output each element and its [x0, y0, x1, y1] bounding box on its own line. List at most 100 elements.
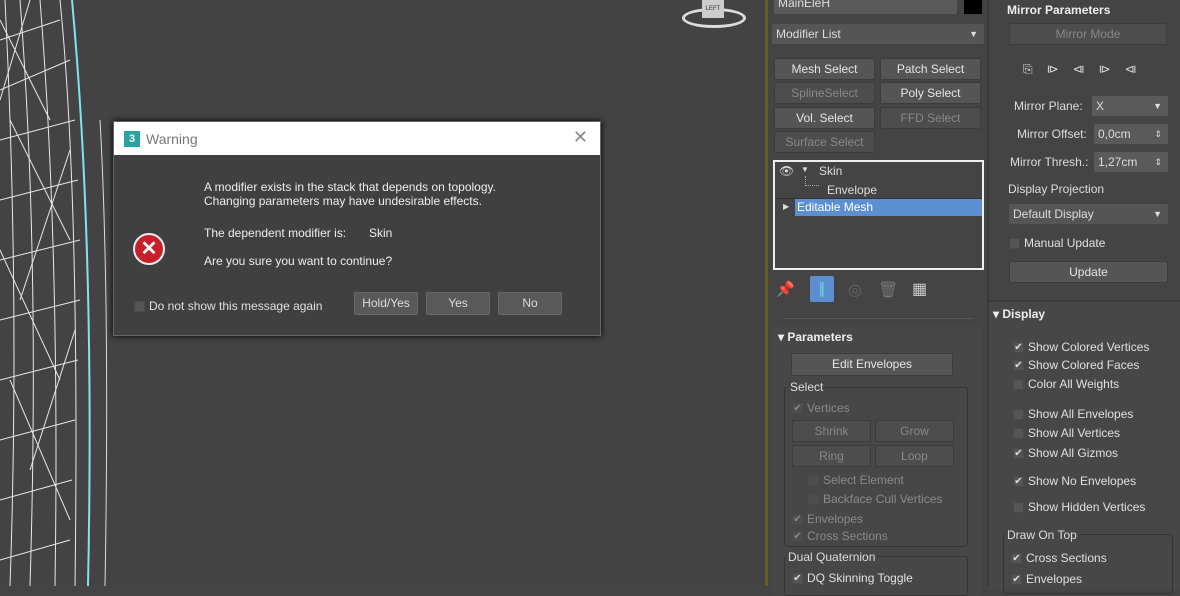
manual-update-checkbox[interactable]: Manual Update [1009, 236, 1105, 250]
vertices-checkbox[interactable]: ✔ Vertices [792, 401, 850, 415]
error-icon: ✕ [133, 233, 165, 265]
eye-icon[interactable]: 👁 [779, 164, 794, 178]
mirror-paste-icon[interactable]: ⎘ [1023, 62, 1033, 77]
draw-envelopes-checkbox[interactable]: ✔ Envelopes [1011, 572, 1082, 586]
shrink-button[interactable]: Shrink [792, 420, 871, 442]
spinner-icon[interactable]: ⇕ [1154, 152, 1162, 172]
display-rollout-header[interactable]: ▾ Display [993, 307, 1045, 321]
trash-icon[interactable]: 🗑 [878, 280, 898, 300]
checkbox-label: Show Colored Faces [1028, 358, 1140, 372]
no-button[interactable]: No [498, 292, 562, 315]
display-option-checkbox[interactable]: Color All Weights [1013, 377, 1119, 391]
ffd-select-button[interactable]: FFD Select [880, 107, 981, 129]
display-option-checkbox[interactable]: ✔ Show Colored Vertices [1013, 340, 1149, 354]
checkbox-box[interactable]: ✔ [1013, 341, 1024, 353]
spline-select-button[interactable]: SplineSelect [774, 82, 875, 104]
cross-sections-checkbox[interactable]: ✔ Cross Sections [792, 529, 888, 543]
display-option-checkbox[interactable]: ✔ Show No Envelopes [1013, 474, 1136, 488]
mirror-offset-label: Mirror Offset: [1017, 127, 1087, 141]
show-end-result-icon[interactable]: ║ [810, 276, 834, 302]
mirror-thresh-label: Mirror Thresh.: [1010, 155, 1089, 169]
dialog-title: Warning [146, 130, 198, 147]
checkbox-box[interactable] [1013, 427, 1024, 439]
display-option-checkbox[interactable]: Show All Vertices [1013, 426, 1120, 440]
object-color-swatch[interactable] [964, 0, 982, 14]
object-name-input[interactable]: MainEleH [774, 0, 957, 14]
paste-blue-to-green-icon[interactable]: ⧏ [1073, 62, 1085, 77]
dq-skinning-checkbox[interactable]: ✔ DQ Skinning Toggle [792, 571, 913, 585]
dependent-label: The dependent modifier is: [204, 226, 347, 240]
mirror-thresh-spinner[interactable]: 1,27cm ⇕ [1094, 152, 1168, 172]
display-option-checkbox[interactable]: ✔ Show Colored Faces [1013, 358, 1139, 372]
skin-mirror-panel: Mirror Parameters Mirror Mode ⎘ ⧐ ⧏ ⧐ ⧏ … [987, 0, 1180, 594]
mirror-plane-label: Mirror Plane: [1014, 99, 1083, 113]
backface-cull-checkbox[interactable]: Backface Cull Vertices [808, 492, 942, 506]
checkbox-box[interactable]: ✔ [1013, 475, 1024, 487]
hold-yes-button[interactable]: Hold/Yes [354, 292, 418, 315]
dual-quaternion-label: Dual Quaternion [786, 550, 878, 564]
checkbox-label: Show All Gizmos [1028, 446, 1119, 460]
checkbox-label: Show All Envelopes [1028, 407, 1134, 421]
close-icon[interactable]: ✕ [573, 127, 588, 148]
surface-select-button[interactable]: Surface Select [774, 131, 875, 153]
checkbox-box[interactable]: ✔ [1013, 447, 1024, 459]
stack-item-envelope[interactable]: Envelope [827, 183, 877, 197]
paste-green-to-blue-icon[interactable]: ⧐ [1047, 62, 1059, 77]
make-unique-icon[interactable]: ◎ [848, 280, 862, 300]
loop-button[interactable]: Loop [875, 445, 954, 467]
checkbox-box[interactable] [1013, 501, 1024, 513]
configure-sets-icon[interactable]: ▦ [912, 279, 927, 299]
paste-green-to-blue-bones-icon[interactable]: ⧐ [1099, 62, 1111, 77]
stack-item-skin[interactable]: Skin [819, 164, 842, 178]
checkbox-label: Show Hidden Vertices [1028, 500, 1146, 514]
edit-envelopes-button[interactable]: Edit Envelopes [791, 353, 953, 376]
parameters-rollout-header[interactable]: ▾ Parameters [778, 330, 853, 344]
display-projection-dropdown[interactable]: Default Display ▼ [1009, 204, 1168, 224]
draw-on-top-label: Draw On Top [1005, 528, 1079, 542]
stack-item-editable-mesh[interactable]: Editable Mesh [795, 199, 982, 216]
message-line-1: A modifier exists in the stack that depe… [204, 180, 496, 194]
checkbox-label: Color All Weights [1028, 377, 1120, 391]
mirror-offset-spinner[interactable]: 0,0cm ⇕ [1094, 124, 1168, 144]
yes-button[interactable]: Yes [426, 292, 490, 315]
display-option-checkbox[interactable]: Show Hidden Vertices [1013, 500, 1145, 514]
display-option-checkbox[interactable]: ✔ Show All Gizmos [1013, 446, 1118, 460]
envelopes-checkbox[interactable]: ✔ Envelopes [792, 512, 863, 526]
mirror-mode-button[interactable]: Mirror Mode [1009, 23, 1167, 45]
display-option-checkbox[interactable]: Show All Envelopes [1013, 407, 1133, 421]
viewcube[interactable]: LEFT [680, 0, 750, 32]
modify-panel: MainEleH Modifier List ▼ Mesh Select Patc… [768, 0, 987, 596]
viewcube-face[interactable]: LEFT [702, 0, 724, 18]
patch-select-button[interactable]: Patch Select [880, 58, 981, 80]
checkbox-label: Show No Envelopes [1028, 474, 1137, 488]
select-element-checkbox[interactable]: Select Element [808, 473, 904, 487]
checkbox-box[interactable] [1013, 378, 1024, 390]
collapse-triangle-icon[interactable]: ▶ [783, 202, 789, 211]
vol-select-button[interactable]: Vol. Select [774, 107, 875, 129]
modifier-list-dropdown[interactable]: Modifier List ▼ [772, 24, 984, 44]
select-group-label: Select [788, 380, 826, 394]
checkbox-box[interactable]: ✔ [1013, 359, 1024, 371]
mirror-parameters-header[interactable]: Mirror Parameters [1007, 3, 1110, 18]
pin-stack-icon[interactable]: 📌 [776, 280, 795, 298]
poly-select-button[interactable]: Poly Select [880, 82, 981, 104]
mesh-select-button[interactable]: Mesh Select [774, 58, 875, 80]
modifier-list-label: Modifier List [776, 27, 841, 41]
ring-button[interactable]: Ring [792, 445, 871, 467]
draw-cross-sections-checkbox[interactable]: ✔ Cross Sections [1011, 551, 1107, 565]
modifier-stack[interactable]: 👁 ▼ Skin Envelope ▶ Editable Mesh [773, 160, 984, 270]
grow-button[interactable]: Grow [875, 420, 954, 442]
app-icon: 3 [124, 130, 140, 147]
update-button[interactable]: Update [1009, 261, 1168, 283]
expand-triangle-icon[interactable]: ▼ [801, 165, 809, 174]
mirror-plane-dropdown[interactable]: X ▼ [1092, 96, 1168, 116]
do-not-show-checkbox[interactable]: Do not show this message again [134, 299, 322, 313]
paste-blue-to-green-bones-icon[interactable]: ⧏ [1125, 62, 1137, 77]
checkbox-box[interactable] [1013, 408, 1024, 420]
chevron-down-icon: ▼ [969, 29, 978, 39]
dialog-titlebar: 3 Warning ✕ [114, 122, 600, 155]
display-projection-label: Display Projection [1008, 182, 1105, 196]
spinner-icon[interactable]: ⇕ [1154, 124, 1162, 144]
checkbox-label: Show Colored Vertices [1028, 340, 1150, 354]
question: Are you sure you want to continue? [204, 254, 393, 268]
